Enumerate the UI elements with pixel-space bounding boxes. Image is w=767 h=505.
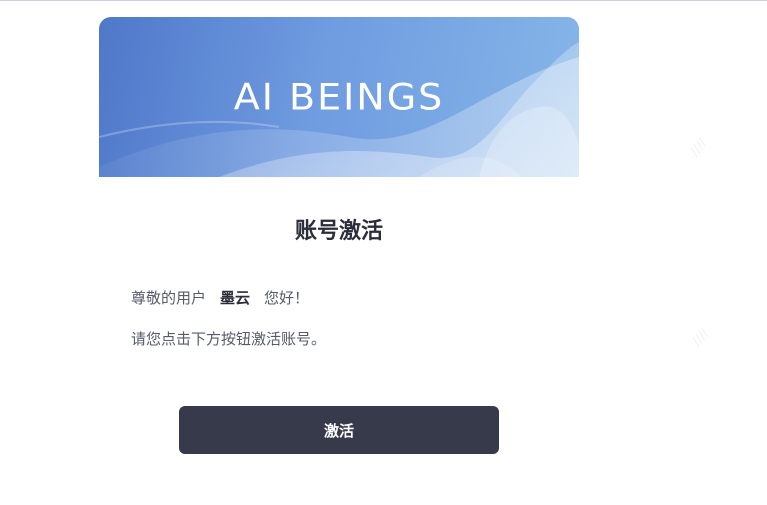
instruction-text: 请您点击下方按钮激活账号。	[131, 330, 327, 348]
greeting-suffix: 您好！	[264, 289, 310, 307]
header-banner: AI BEINGS	[99, 17, 579, 177]
watermark-mark: ////	[689, 325, 713, 350]
greeting-line: 尊敬的用户 墨云 您好！	[131, 287, 309, 308]
page-title: 账号激活	[294, 219, 383, 244]
top-divider	[0, 0, 767, 1]
brand-logo-text: AI BEINGS	[233, 76, 445, 118]
activation-email-card: AI BEINGS 账号激活 尊敬的用户 墨云 您好！ 请您点击下方按钮激活账号。 …	[99, 17, 579, 505]
watermark-mark: ////	[687, 135, 711, 160]
greeting-prefix: 尊敬的用户	[131, 289, 207, 307]
activate-button[interactable]: 激活	[179, 406, 499, 454]
username: 墨云	[220, 289, 251, 307]
